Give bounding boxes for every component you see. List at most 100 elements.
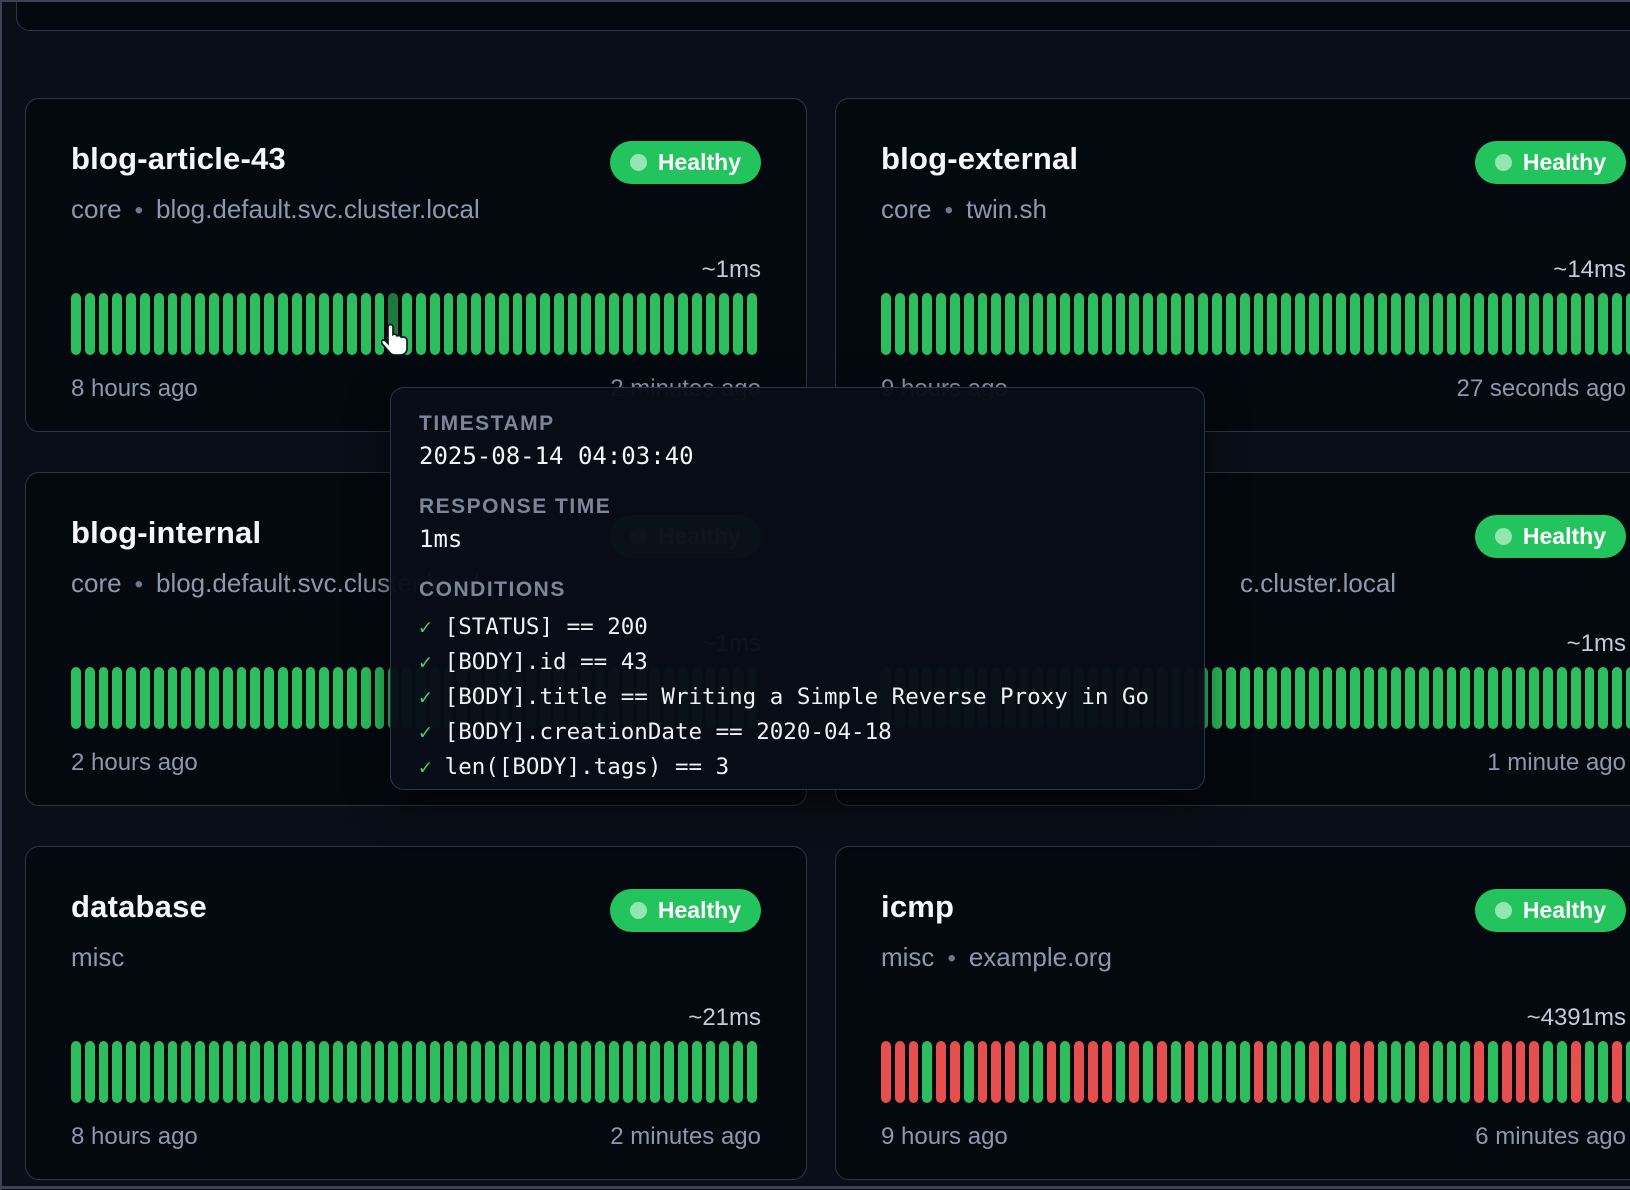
result-bar-failure[interactable] xyxy=(1074,1041,1084,1103)
result-bar-success[interactable] xyxy=(978,293,988,355)
result-bar-success[interactable] xyxy=(402,1041,412,1103)
result-bar-success[interactable] xyxy=(1419,667,1429,729)
result-bar-success[interactable] xyxy=(513,1041,523,1103)
result-bar-success[interactable] xyxy=(1419,293,1429,355)
result-bar-success[interactable] xyxy=(1212,667,1222,729)
result-bar-success[interactable] xyxy=(195,667,205,729)
result-bar-success[interactable] xyxy=(1295,293,1305,355)
result-bar-success[interactable] xyxy=(1378,293,1388,355)
result-bar-success[interactable] xyxy=(485,293,495,355)
result-bar-success[interactable] xyxy=(361,1041,371,1103)
result-bar-success[interactable] xyxy=(71,293,81,355)
result-bar-success[interactable] xyxy=(1060,1041,1070,1103)
result-bar-success[interactable] xyxy=(1019,293,1029,355)
result-bar-success[interactable] xyxy=(1543,1041,1553,1103)
result-bar-success[interactable] xyxy=(678,1041,688,1103)
endpoint-card[interactable]: blog-external core•twin.sh Healthy ~14ms… xyxy=(835,98,1630,432)
result-bar-success[interactable] xyxy=(1612,293,1622,355)
result-bar-success[interactable] xyxy=(195,293,205,355)
result-bar-success[interactable] xyxy=(1391,667,1401,729)
result-bar-success[interactable] xyxy=(1323,667,1333,729)
result-bar-success[interactable] xyxy=(181,293,191,355)
result-bar-success[interactable] xyxy=(1391,293,1401,355)
result-bar-success[interactable] xyxy=(1502,293,1512,355)
result-bar-failure[interactable] xyxy=(1088,1041,1098,1103)
uptime-bar-row[interactable] xyxy=(71,1041,757,1103)
result-bar-success[interactable] xyxy=(1240,293,1250,355)
result-bar-failure[interactable] xyxy=(1129,1041,1139,1103)
result-bar-success[interactable] xyxy=(1378,1041,1388,1103)
result-bar-success[interactable] xyxy=(609,293,619,355)
endpoint-card[interactable] xyxy=(16,0,1630,31)
result-bar-success[interactable] xyxy=(154,293,164,355)
result-bar-success[interactable] xyxy=(1309,667,1319,729)
result-bar-success[interactable] xyxy=(581,293,591,355)
endpoint-name[interactable]: blog-internal xyxy=(71,515,261,551)
result-bar-failure[interactable] xyxy=(1185,1041,1195,1103)
result-bar-success[interactable] xyxy=(1571,667,1581,729)
result-bar-success[interactable] xyxy=(499,293,509,355)
result-bar-success[interactable] xyxy=(278,1041,288,1103)
result-bar-success[interactable] xyxy=(1626,293,1630,355)
uptime-bar-row[interactable] xyxy=(71,293,757,355)
result-bar-success[interactable] xyxy=(1529,667,1539,729)
result-bar-success[interactable] xyxy=(457,1041,467,1103)
result-bar-success[interactable] xyxy=(692,293,702,355)
result-bar-success[interactable] xyxy=(319,667,329,729)
result-bar-success[interactable] xyxy=(1281,667,1291,729)
result-bar-success[interactable] xyxy=(1185,293,1195,355)
result-bar-success[interactable] xyxy=(733,293,743,355)
result-bar-success[interactable] xyxy=(140,667,150,729)
result-bar-success[interactable] xyxy=(1488,1041,1498,1103)
result-bar-success[interactable] xyxy=(991,293,1001,355)
result-bar-success[interactable] xyxy=(1019,1041,1029,1103)
result-bar-success[interactable] xyxy=(1378,667,1388,729)
result-bar-success[interactable] xyxy=(264,1041,274,1103)
result-bar-failure[interactable] xyxy=(1323,1041,1333,1103)
result-bar-failure[interactable] xyxy=(1419,1041,1429,1103)
result-bar-success[interactable] xyxy=(416,1041,426,1103)
result-bar-failure[interactable] xyxy=(1254,1041,1264,1103)
result-bar-success[interactable] xyxy=(623,293,633,355)
result-bar-success[interactable] xyxy=(1571,293,1581,355)
result-bar-success[interactable] xyxy=(623,1041,633,1103)
result-bar-success[interactable] xyxy=(126,667,136,729)
result-bar-success[interactable] xyxy=(526,293,536,355)
result-bar-success[interactable] xyxy=(936,293,946,355)
result-bar-success[interactable] xyxy=(1157,293,1167,355)
result-bar-success[interactable] xyxy=(430,1041,440,1103)
result-bar-failure[interactable] xyxy=(1350,1041,1360,1103)
result-bar-success[interactable] xyxy=(1460,293,1470,355)
result-bar-success[interactable] xyxy=(1612,667,1622,729)
result-bar-success[interactable] xyxy=(499,1041,509,1103)
result-bar-success[interactable] xyxy=(1171,1041,1181,1103)
result-bar-success[interactable] xyxy=(895,293,905,355)
uptime-bar-row[interactable] xyxy=(881,293,1630,355)
result-bar-success[interactable] xyxy=(457,293,467,355)
result-bar-success[interactable] xyxy=(1350,667,1360,729)
result-bar-success[interactable] xyxy=(140,1041,150,1103)
result-bar-success[interactable] xyxy=(1433,293,1443,355)
result-bar-success[interactable] xyxy=(168,293,178,355)
result-bar-success[interactable] xyxy=(444,1041,454,1103)
result-bar-success[interactable] xyxy=(692,1041,702,1103)
result-bar-success[interactable] xyxy=(1405,667,1415,729)
result-bar-success[interactable] xyxy=(292,1041,302,1103)
result-bar-success[interactable] xyxy=(1460,667,1470,729)
result-bar-success[interactable] xyxy=(1074,293,1084,355)
result-bar-success[interactable] xyxy=(1447,1041,1457,1103)
result-bar-success[interactable] xyxy=(922,1041,932,1103)
result-bar-success[interactable] xyxy=(678,293,688,355)
result-bar-success[interactable] xyxy=(278,293,288,355)
result-bar-success[interactable] xyxy=(1323,293,1333,355)
result-bar-success[interactable] xyxy=(140,293,150,355)
result-bar-success[interactable] xyxy=(416,293,426,355)
result-bar-success[interactable] xyxy=(1336,293,1346,355)
result-bar-success[interactable] xyxy=(609,1041,619,1103)
result-bar-success[interactable] xyxy=(306,1041,316,1103)
result-bar-success[interactable] xyxy=(361,667,371,729)
result-bar-success[interactable] xyxy=(319,293,329,355)
result-bar-success[interactable] xyxy=(637,1041,647,1103)
result-bar-success[interactable] xyxy=(1364,293,1374,355)
result-bar-success[interactable] xyxy=(264,293,274,355)
